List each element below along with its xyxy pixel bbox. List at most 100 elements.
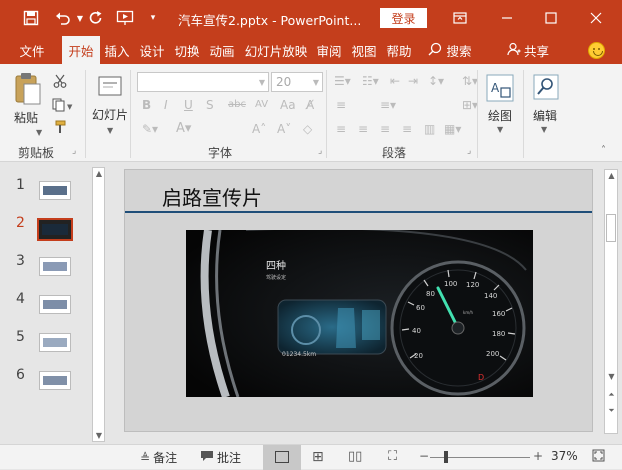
fit-to-window-icon[interactable] [592, 449, 605, 462]
scroll-up-arrow-icon[interactable]: ▲ [94, 169, 104, 178]
new-slide-label[interactable]: 幻灯片 [92, 106, 128, 123]
paragraph-launcher-icon[interactable]: ⌟ [467, 144, 471, 158]
font-color-icon[interactable]: A▾ [176, 122, 191, 136]
tab-insert[interactable]: 插入 [101, 36, 133, 64]
font-name-combo[interactable]: ▼ [137, 72, 269, 92]
font-launcher-icon[interactable]: ⌟ [318, 144, 322, 158]
search-box[interactable]: 搜索 [422, 36, 478, 64]
slide-thumbnail-selected[interactable] [37, 218, 73, 241]
align-right-icon[interactable]: ≡ [380, 122, 390, 136]
scroll-down-arrow-icon[interactable]: ▼ [606, 372, 617, 381]
slide-thumbnail[interactable] [39, 371, 71, 390]
italic-icon[interactable]: I [164, 98, 168, 112]
bold-icon[interactable]: B [142, 98, 151, 112]
line-spacing-icon[interactable]: ↕▾ [428, 74, 444, 88]
dashboard-image[interactable]: 四种 驾驶设定 01234.5km 20 40 60 80 100 120 14… [186, 230, 533, 397]
decrease-indent-icon[interactable]: ⇤ [390, 74, 400, 88]
paste-icon[interactable] [12, 72, 42, 110]
underline-icon[interactable]: U [184, 98, 193, 112]
justify-icon[interactable]: ≡ [402, 122, 412, 136]
editing-label[interactable]: 编辑 [533, 107, 557, 124]
redo-icon[interactable] [86, 0, 106, 36]
current-slide[interactable]: 启路宣传片 四种 驾驶设定 01234.5km 20 40 60 80 100 … [125, 170, 592, 431]
tab-file[interactable]: 文件 [12, 36, 52, 64]
paste-dropdown-icon[interactable]: ▼ [36, 126, 42, 140]
tab-home[interactable]: 开始 [62, 36, 100, 64]
editing-dropdown-icon[interactable]: ▼ [541, 123, 547, 137]
strikethrough-icon[interactable]: abc [228, 98, 246, 112]
tab-help[interactable]: 帮助 [383, 36, 415, 64]
save-icon[interactable] [16, 0, 46, 36]
zoom-slider-thumb[interactable] [444, 451, 448, 463]
increase-font-icon[interactable]: A˄ [252, 122, 266, 136]
undo-dropdown-icon[interactable]: ▼ [74, 0, 86, 36]
align-text-icon[interactable]: ≡▾ [380, 98, 396, 112]
copy-icon[interactable]: ▼ [52, 98, 74, 115]
increase-indent-icon[interactable]: ⇥ [408, 74, 418, 88]
column-layout-icon[interactable]: ▦▾ [444, 122, 461, 136]
slide-thumbnail[interactable] [39, 295, 71, 314]
comments-button[interactable]: 批注 [200, 449, 241, 466]
bullets-icon[interactable]: ☰▾ [334, 74, 351, 88]
shadow-icon[interactable]: S [206, 98, 214, 112]
smartart-icon[interactable]: ⊞▾ [462, 98, 478, 112]
reading-view-icon[interactable]: ▯▯ [348, 449, 362, 464]
scroll-up-arrow-icon[interactable]: ▲ [606, 171, 617, 180]
zoom-in-icon[interactable]: + [533, 449, 543, 463]
find-icon[interactable] [533, 74, 559, 103]
slide-sorter-icon[interactable]: ⊞ [312, 449, 324, 465]
char-spacing-icon[interactable]: AV [255, 98, 268, 112]
clipboard-launcher-icon[interactable]: ⌟ [72, 144, 76, 158]
customize-qat-icon[interactable]: ▾ [145, 0, 161, 36]
tab-animations[interactable]: 动画 [206, 36, 238, 64]
ribbon-display-options-icon[interactable] [440, 0, 480, 36]
scroll-down-arrow-icon[interactable]: ▼ [94, 431, 104, 440]
tab-slideshow[interactable]: 幻灯片放映 [241, 36, 311, 64]
tab-transitions[interactable]: 切换 [171, 36, 203, 64]
format-painter-icon[interactable] [53, 120, 67, 137]
notes-button[interactable]: ≜ 备注 [140, 449, 177, 466]
zoom-level[interactable]: 37% [551, 449, 578, 463]
clear-format-icon[interactable]: A̸ [306, 98, 314, 112]
collapse-ribbon-icon[interactable]: ˄ [601, 144, 606, 158]
eraser-icon[interactable]: ◇ [303, 122, 312, 136]
new-slide-icon[interactable] [98, 76, 122, 101]
tab-design[interactable]: 设计 [136, 36, 168, 64]
align-center-icon[interactable]: ≡ [358, 122, 368, 136]
highlight-icon[interactable]: ✎▾ [142, 122, 158, 136]
columns-icon[interactable]: ≡ [336, 98, 346, 112]
previous-slide-icon[interactable]: ⏶ [606, 390, 617, 400]
change-case-icon[interactable]: Aa [280, 98, 296, 112]
slide-thumbnail[interactable] [39, 181, 71, 200]
cut-icon[interactable] [53, 74, 67, 91]
login-button[interactable]: 登录 [380, 8, 427, 28]
drawing-label[interactable]: 绘图 [488, 107, 512, 124]
distributed-icon[interactable]: ▥ [424, 122, 435, 136]
next-slide-icon[interactable]: ⏷ [606, 406, 617, 416]
undo-icon[interactable] [52, 0, 74, 36]
slide-editor[interactable]: 启路宣传片 四种 驾驶设定 01234.5km 20 40 60 80 100 … [124, 169, 593, 432]
paste-label[interactable]: 粘贴 [14, 109, 38, 126]
align-left-icon[interactable]: ≡ [336, 122, 346, 136]
zoom-out-icon[interactable]: − [419, 449, 429, 463]
slide-scrollbar[interactable]: ▲ ▼ ⏶ ⏷ [604, 169, 618, 434]
close-icon[interactable] [576, 0, 616, 36]
maximize-icon[interactable] [531, 0, 571, 36]
tab-view[interactable]: 视图 [348, 36, 380, 64]
share-button[interactable]: 共享 [504, 36, 552, 64]
slide-title[interactable]: 启路宣传片 [162, 182, 262, 211]
feedback-smiley-icon[interactable] [588, 42, 605, 59]
font-size-combo[interactable]: 20 ▼ [271, 72, 323, 92]
thumbnail-scrollbar[interactable]: ▲ ▼ [92, 167, 105, 442]
normal-view-button[interactable] [263, 445, 301, 470]
new-slide-dropdown-icon[interactable]: ▼ [107, 124, 113, 138]
scroll-thumb[interactable] [606, 214, 616, 242]
drawing-icon[interactable]: A [486, 74, 514, 105]
drawing-dropdown-icon[interactable]: ▼ [497, 123, 503, 137]
present-icon[interactable] [112, 0, 138, 36]
text-direction-icon[interactable]: ⇅▾ [462, 74, 478, 88]
minimize-icon[interactable] [487, 0, 527, 36]
decrease-font-icon[interactable]: A˅ [277, 122, 291, 136]
slideshow-view-icon[interactable]: ⛶ [388, 449, 397, 464]
slide-thumbnail[interactable] [39, 333, 71, 352]
